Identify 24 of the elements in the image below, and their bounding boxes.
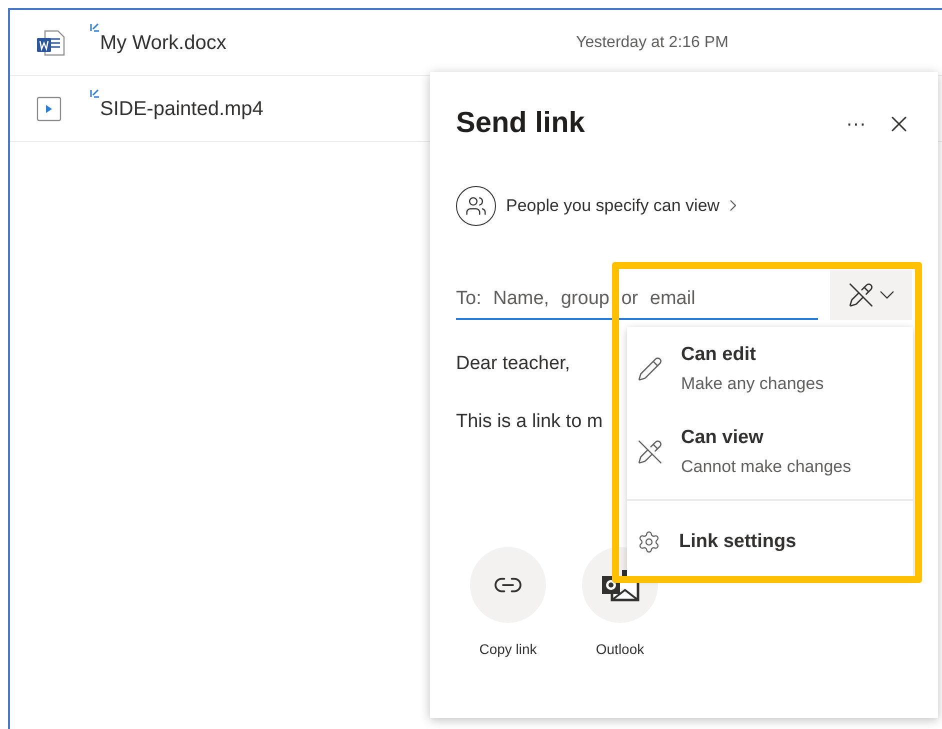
pencil-icon	[637, 356, 663, 382]
people-icon	[456, 186, 496, 226]
file-name[interactable]: My Work.docx	[100, 28, 226, 58]
crossed-pencil-icon	[637, 438, 663, 464]
crossed-pencil-icon	[848, 282, 874, 308]
file-name[interactable]: SIDE-painted.mp4	[100, 94, 264, 124]
word-document-icon	[36, 28, 66, 56]
message-text: This is a link to m	[456, 410, 603, 434]
menu-item[interactable]: Link settings	[627, 501, 913, 583]
menu-item[interactable]: Can edit Make any changes	[627, 327, 913, 410]
modified-date: Yesterday at 2:16 PM	[576, 32, 728, 52]
dialog-title: Send link	[456, 106, 585, 141]
share-option-label: Outlook	[596, 640, 644, 658]
link-audience-button[interactable]: People you specify can view	[456, 186, 736, 226]
more-options-button[interactable]: ···	[846, 108, 866, 139]
share-option-label: Copy link	[479, 640, 537, 659]
recipient-field[interactable]: To: Name, group or email	[456, 280, 818, 320]
chevron-right-icon	[730, 200, 736, 211]
video-file-icon	[36, 96, 62, 122]
menu-item[interactable]: Can view Cannot make changes	[627, 410, 913, 493]
message-text: Dear teacher,	[456, 352, 570, 376]
permission-button[interactable]	[830, 270, 912, 320]
chevron-down-icon	[880, 290, 894, 298]
settings-icon	[637, 530, 661, 554]
